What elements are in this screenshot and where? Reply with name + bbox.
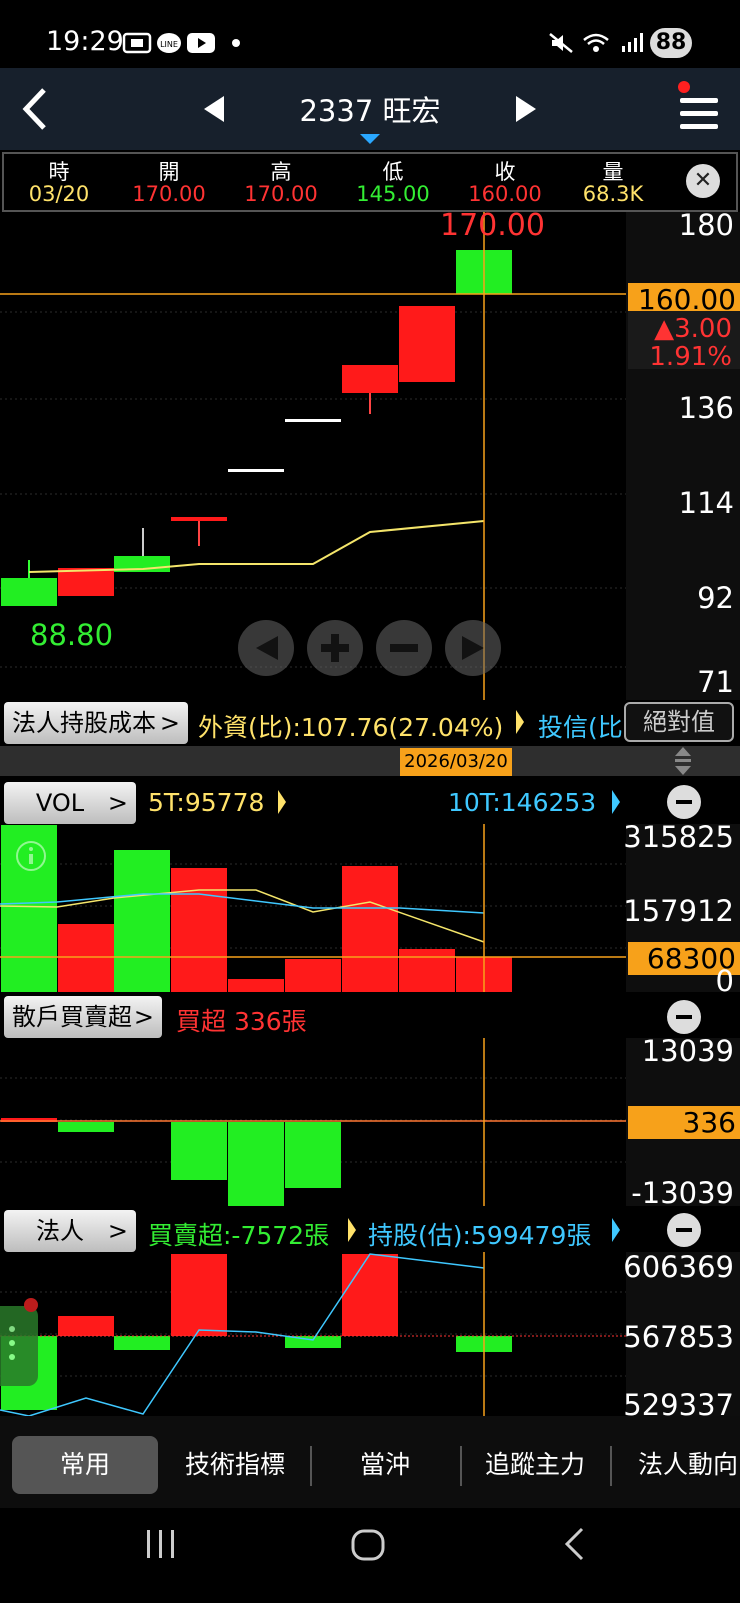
line-app-icon: LINE [157,33,181,53]
resize-handle-icon[interactable] [672,744,694,778]
institution-holding: 持股(估):599479張 [368,1221,592,1250]
volume-axis-label: 315825 [623,820,734,854]
candle [399,306,455,382]
quote-volume: 量 68.3K [582,160,644,206]
institution-bar [171,1254,227,1336]
absolute-value-button[interactable]: 絕對值 [624,702,734,742]
screenshot-icon [122,32,152,54]
tab-day-trade[interactable]: 當沖 [312,1436,458,1494]
trust-cost-text: 投信(比 [538,713,623,742]
price-axis-label: 71 [697,665,734,699]
quote-close: 收 160.00 [468,160,542,206]
collapse-retail-button[interactable] [667,1000,701,1034]
system-back-icon[interactable] [562,1526,586,1562]
bottom-tab-bar: 常用 技術指標 當沖 追蹤主力 法人動向 [0,1416,740,1508]
quote-row: 時 03/20 開 170.00 高 170.00 低 145.00 收 160.00 量… [2,152,738,212]
price-axis-label: 136 [678,391,734,425]
price-axis-label: 180 [678,208,734,242]
candle [1,578,57,606]
retail-bar [228,1122,284,1206]
dropdown-caret-icon [360,134,380,144]
notification-dot-icon [232,39,240,47]
low-price-label: 88.80 [30,618,114,652]
institution-net: 買賣超:-7572張 [148,1221,330,1250]
price-axis-label: 92 [697,581,734,615]
volume-bar [171,868,227,992]
stock-title[interactable]: 2337 旺宏 [270,88,470,130]
retail-bar [285,1122,341,1188]
price-change-pct: 1.91% [649,342,732,372]
retail-axis-label: -13039 [631,1176,734,1210]
quote-low: 低 145.00 [356,160,430,206]
tab-technical[interactable]: 技術指標 [162,1436,308,1494]
volume-axis-label: 157912 [623,894,734,928]
prev-stock-icon[interactable] [202,94,226,124]
volume-bar [58,924,114,992]
signal-icon [622,33,643,52]
candle [58,568,114,596]
candle [285,419,341,422]
volume-bar [399,949,455,992]
retail-indicator-button[interactable]: 散戶買賣超 > [4,996,162,1038]
quote-high: 高 170.00 [244,160,318,206]
status-bar: 19:29 LINE 88 [0,0,740,68]
tab-institution-trend[interactable]: 法人動向 [614,1436,740,1494]
menu-icon[interactable] [676,80,722,138]
volume-bar [342,866,398,992]
battery-indicator: 88 [650,28,692,58]
volume-bar [228,979,284,992]
collapse-volume-button[interactable] [667,785,701,819]
institution-axis-label: 606369 [623,1250,734,1284]
splitter-bar[interactable] [0,746,740,776]
retail-summary: 買超 336張 [176,1007,307,1036]
current-retail-tag: 336 [628,1106,740,1139]
candle [171,517,227,521]
institution-cost-button[interactable]: 法人持股成本 > [4,702,188,744]
quote-open: 開 170.00 [132,160,206,206]
retail-bar [58,1122,114,1132]
tab-track-major[interactable]: 追蹤主力 [462,1436,608,1494]
floating-side-handle[interactable] [0,1298,38,1386]
quote-time: 時 03/20 [28,160,90,206]
expand-arrow-icon [612,790,620,814]
mute-icon [549,33,573,53]
volume-ma10: 10T:146253 [448,788,597,817]
retail-axis-label: 13039 [641,1034,734,1068]
candle [342,365,398,393]
institution-axis-label: 567853 [623,1320,734,1354]
expand-arrow-icon [278,790,286,814]
wifi-icon [583,33,609,52]
foreign-cost-text: 外資(比):107.76(27.04%) [198,713,504,742]
collapse-institution-button[interactable] [667,1213,701,1247]
retail-bar [171,1122,227,1180]
next-stock-icon[interactable] [514,94,538,124]
institution-indicator-button[interactable]: 法人 > [4,1210,136,1252]
institution-bar [342,1254,398,1336]
system-navigation-bar [0,1508,740,1603]
svg-text:LINE: LINE [160,40,178,49]
youtube-icon [187,33,215,53]
back-arrow-icon[interactable] [18,86,50,132]
volume-bar [1,825,57,992]
volume-bar [114,850,170,992]
close-quote-button[interactable]: ✕ [686,164,720,198]
institution-bar [58,1316,114,1336]
ma10-line [0,893,485,914]
high-price-label: 170.00 [440,208,545,243]
volume-ma5: 5T:95778 [148,788,265,817]
recent-apps-icon[interactable] [144,1528,178,1560]
crosshair-date-tag: 2026/03/20 [400,748,512,776]
candle [228,469,284,472]
volume-bar [285,959,341,992]
institution-bar [114,1336,170,1350]
price-axis-label: 114 [678,486,734,520]
status-time: 19:29 [46,26,124,57]
tab-common[interactable]: 常用 [12,1436,158,1494]
price-change: ▲3.00 [654,314,732,344]
home-icon[interactable] [350,1528,386,1562]
volume-indicator-button[interactable]: VOL > [4,782,136,824]
